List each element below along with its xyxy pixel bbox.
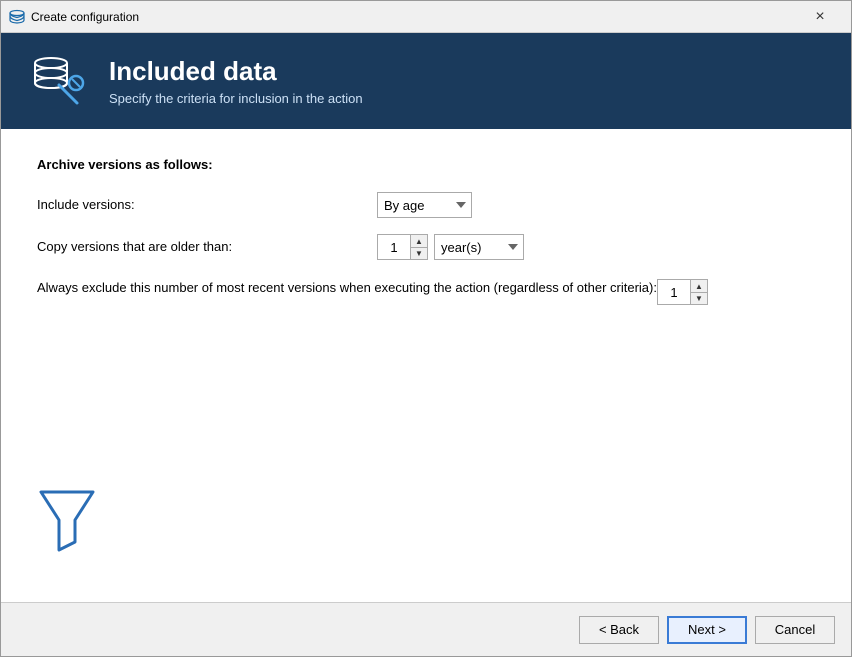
controls-exclude-recent: ▲ ▼ [657,276,708,305]
header-title: Included data [109,56,363,87]
header-text-container: Included data Specify the criteria for i… [109,56,363,106]
label-exclude-recent: Always exclude this number of most recen… [37,276,657,297]
controls-include-versions: By age By count All versions [377,192,472,218]
database-icon [25,49,89,113]
copy-versions-unit-dropdown[interactable]: year(s) month(s) day(s) [434,234,524,260]
controls-copy-versions: ▲ ▼ year(s) month(s) day(s) [377,234,524,260]
filter-icon-area [37,321,815,574]
main-window: Create configuration × Included data Spe… [0,0,852,657]
include-versions-dropdown[interactable]: By age By count All versions [377,192,472,218]
next-button[interactable]: Next > [667,616,747,644]
title-bar: Create configuration × [1,1,851,33]
back-button[interactable]: < Back [579,616,659,644]
close-button[interactable]: × [797,1,843,33]
cancel-button[interactable]: Cancel [755,616,835,644]
exclude-recent-decrement[interactable]: ▼ [691,292,707,304]
window-icon [9,9,25,25]
funnel-icon [37,484,97,554]
window-title: Create configuration [31,10,797,24]
section-title: Archive versions as follows: [37,157,815,172]
copy-versions-spinner-buttons: ▲ ▼ [410,235,427,259]
copy-versions-spinner-input[interactable] [378,235,410,259]
copy-versions-spinner: ▲ ▼ [377,234,428,260]
exclude-recent-spinner: ▲ ▼ [657,279,708,305]
exclude-recent-spinner-buttons: ▲ ▼ [690,280,707,304]
content-area: Archive versions as follows: Include ver… [1,129,851,602]
header-subtitle: Specify the criteria for inclusion in th… [109,91,363,106]
form-row-copy-versions: Copy versions that are older than: ▲ ▼ y… [37,234,815,260]
form-row-exclude-recent: Always exclude this number of most recen… [37,276,815,305]
exclude-recent-increment[interactable]: ▲ [691,280,707,292]
copy-versions-increment[interactable]: ▲ [411,235,427,247]
copy-versions-decrement[interactable]: ▼ [411,247,427,259]
form-row-include-versions: Include versions: By age By count All ve… [37,192,815,218]
label-copy-versions: Copy versions that are older than: [37,238,377,256]
header-banner: Included data Specify the criteria for i… [1,33,851,129]
footer: < Back Next > Cancel [1,602,851,656]
exclude-recent-spinner-input[interactable] [658,280,690,304]
label-include-versions: Include versions: [37,196,377,214]
